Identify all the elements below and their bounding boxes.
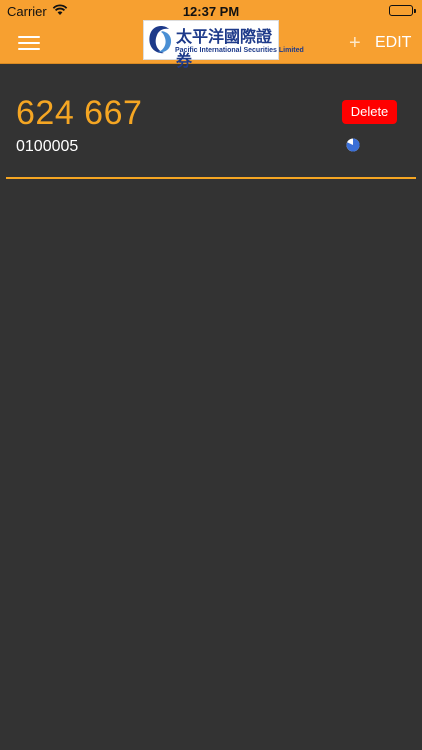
battery-icon [389,5,416,16]
list-item[interactable]: 624 667 0100005 Delete [0,64,422,179]
row-divider [6,177,416,179]
hamburger-menu-icon[interactable] [18,36,40,52]
edit-button[interactable]: EDIT [375,34,411,52]
nav-bar: 太平洋國際證券 Pacific International Securities… [0,20,422,70]
clock: 12:37 PM [182,4,240,19]
entry-number: 624 667 [16,94,143,132]
top-bar: Carrier 12:37 PM 太平洋國際證券 Pacific Interna… [0,0,422,70]
logo-emblem-icon [149,26,172,54]
status-bar: Carrier 12:37 PM [0,0,422,22]
pie-timer-icon [346,138,360,152]
delete-button[interactable]: Delete [342,100,397,124]
company-logo: 太平洋國際證券 Pacific International Securities… [143,20,304,70]
add-button[interactable]: + [349,32,361,55]
logo-english-text: Pacific International Securities Limited [175,47,304,54]
app-screen: Carrier 12:37 PM 太平洋國際證券 Pacific Interna… [0,0,422,750]
entry-code: 0100005 [16,138,79,155]
